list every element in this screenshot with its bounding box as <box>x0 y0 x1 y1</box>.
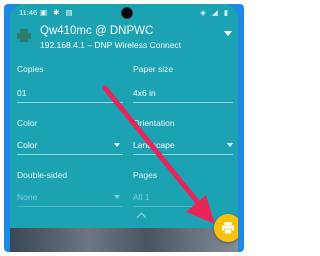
paper-size-underline <box>133 102 233 103</box>
color-select[interactable]: Color <box>17 140 37 150</box>
pages-underline <box>133 206 205 207</box>
color-dropdown-icon[interactable] <box>114 143 120 147</box>
print-icon <box>222 222 234 235</box>
color-underline <box>17 154 123 155</box>
printer-name: Qw410mc @ DNPWC <box>40 25 154 37</box>
copies-input[interactable]: 01 <box>17 88 26 98</box>
printer-icon <box>17 29 31 42</box>
notification-icons: ▣ ✱ ▤ <box>40 8 75 17</box>
paper-size-label: Paper size <box>133 64 174 74</box>
system-icons: ◈ ◢ ▮ <box>200 8 230 17</box>
orientation-underline <box>133 154 233 155</box>
print-button[interactable] <box>214 214 238 242</box>
orientation-dropdown-icon[interactable] <box>227 143 233 147</box>
print-screen: 11:46 ▣ ✱ ▤ ◈ ◢ ▮ Qw410mc @ DNPWC 192.16… <box>10 4 238 252</box>
status-time: 11:46 <box>19 8 38 17</box>
chevron-down-icon[interactable] <box>224 31 232 36</box>
printer-address: 192.168.4.1 – DNP Wireless Connect <box>40 40 182 50</box>
orientation-label: Orientation <box>133 118 175 128</box>
print-preview <box>10 228 238 252</box>
color-label: Color <box>17 118 38 128</box>
orientation-select[interactable]: Landscape <box>133 140 175 150</box>
printer-selector[interactable]: Qw410mc @ DNPWC 192.168.4.1 – DNP Wirele… <box>10 24 238 58</box>
status-bar: 11:46 ▣ ✱ ▤ ◈ ◢ ▮ <box>10 4 238 20</box>
chevron-up-icon[interactable] <box>136 212 147 223</box>
pages-select[interactable]: All 1 <box>133 192 150 202</box>
double-sided-dropdown-icon[interactable] <box>114 195 120 199</box>
camera-cutout <box>121 7 133 19</box>
copies-label: Copies <box>17 64 44 74</box>
paper-size-select[interactable]: 4x6 in <box>133 88 156 98</box>
pages-label: Pages <box>133 170 158 180</box>
double-sided-underline <box>17 206 123 207</box>
device-frame: 11:46 ▣ ✱ ▤ ◈ ◢ ▮ Qw410mc @ DNPWC 192.16… <box>4 4 244 252</box>
copies-underline <box>17 102 123 103</box>
double-sided-label: Double-sided <box>17 170 68 180</box>
double-sided-select[interactable]: None <box>17 192 37 202</box>
